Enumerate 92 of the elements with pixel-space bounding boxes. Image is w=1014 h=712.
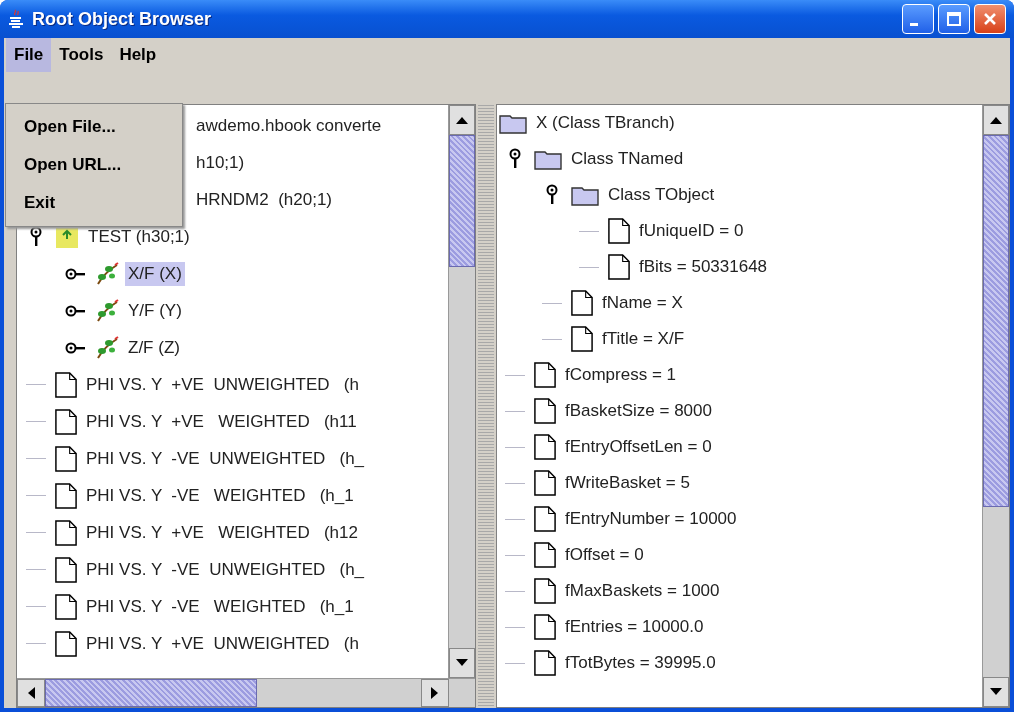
tree-item[interactable]: fUniqueID = 0 <box>636 219 747 243</box>
document-icon <box>55 555 77 584</box>
document-icon <box>534 361 556 389</box>
tree-item[interactable]: X/F (X) <box>125 261 185 286</box>
down-arrow-icon <box>990 688 1002 696</box>
right-arrow-icon <box>431 687 439 699</box>
document-icon <box>534 505 556 533</box>
scroll-right-button[interactable] <box>421 679 449 707</box>
menu-item[interactable]: Open URL... <box>6 146 182 184</box>
scrollbar-thumb[interactable] <box>449 135 475 267</box>
left-arrow-icon <box>27 687 35 699</box>
menu-item[interactable]: Tools <box>51 38 112 72</box>
tree-item[interactable]: Class TNamed <box>568 147 687 171</box>
document-icon <box>55 481 77 510</box>
collapse-handle-icon[interactable] <box>508 148 522 170</box>
close-button[interactable] <box>974 4 1006 34</box>
minimize-icon <box>910 22 918 26</box>
tree-item[interactable]: fEntryNumber = 10000 <box>562 507 740 531</box>
tree-item[interactable]: Z/F (Z) <box>125 335 183 360</box>
document-icon <box>55 370 77 399</box>
document-icon <box>534 577 556 605</box>
tree-item[interactable]: PHI VS. Y -VE UNWEIGHTED (h_ <box>83 557 368 582</box>
document-icon <box>55 592 77 621</box>
up-arrow-icon <box>990 116 1002 124</box>
tree-item[interactable]: HRNDM2 (h20;1) <box>193 187 336 212</box>
folder-icon <box>571 184 599 206</box>
tree-item[interactable]: fOffset = 0 <box>562 543 647 567</box>
scroll-up-button[interactable] <box>983 105 1009 135</box>
leaf-branch-icon <box>95 261 119 286</box>
tree-item[interactable]: fBasketSize = 8000 <box>562 399 715 423</box>
document-icon <box>534 613 556 641</box>
document-icon <box>534 469 556 497</box>
tree-item[interactable]: X (Class TBranch) <box>533 111 678 135</box>
document-icon <box>55 407 77 436</box>
expand-handle-icon[interactable] <box>65 340 87 355</box>
expand-handle-icon[interactable] <box>65 266 87 281</box>
document-icon <box>571 289 593 317</box>
tree-item[interactable]: fName = X <box>599 291 686 315</box>
maximize-icon <box>946 11 962 27</box>
tree-item[interactable]: PHI VS. Y +VE WEIGHTED (h11 <box>83 409 360 434</box>
tree-item[interactable]: awdemo.hbook converte <box>193 113 385 138</box>
tree-item[interactable]: PHI VS. Y -VE WEIGHTED (h_1 <box>83 483 357 508</box>
tree-item[interactable]: fEntryOffsetLen = 0 <box>562 435 715 459</box>
tree-item[interactable]: fBits = 50331648 <box>636 255 771 279</box>
tree-item[interactable]: Y/F (Y) <box>125 298 185 323</box>
tree-item[interactable]: fEntries = 10000.0 <box>562 615 707 639</box>
scrollbar-thumb[interactable] <box>983 135 1009 507</box>
menu-item[interactable]: Open File... <box>6 108 182 146</box>
document-icon <box>55 444 77 473</box>
document-icon <box>571 325 593 353</box>
scroll-down-button[interactable] <box>449 648 475 678</box>
menu-item[interactable]: File <box>6 38 52 72</box>
tree-item[interactable]: h10;1) <box>193 150 248 175</box>
scroll-up-button[interactable] <box>449 105 475 135</box>
document-icon <box>55 518 77 547</box>
scroll-down-button[interactable] <box>983 677 1009 707</box>
menu-item[interactable]: Help <box>111 38 165 72</box>
document-icon <box>534 541 556 569</box>
tree-item[interactable]: PHI VS. Y -VE UNWEIGHTED (h_ <box>83 446 368 471</box>
window-title: Root Object Browser <box>32 8 213 30</box>
tree-item[interactable]: PHI VS. Y +VE UNWEIGHTED (h <box>83 631 362 656</box>
collapse-handle-icon[interactable] <box>545 184 559 206</box>
folder-icon <box>534 148 562 170</box>
up-arrow-icon <box>456 116 468 124</box>
tree-item[interactable]: PHI VS. Y -VE WEIGHTED (h_1 <box>83 594 357 619</box>
menu-item[interactable]: Exit <box>6 184 182 222</box>
tree-item[interactable]: fWriteBasket = 5 <box>562 471 693 495</box>
maximize-button[interactable] <box>938 4 970 34</box>
document-icon <box>608 217 630 245</box>
document-icon <box>534 649 556 677</box>
document-icon <box>55 629 77 658</box>
document-icon <box>534 397 556 425</box>
down-arrow-icon <box>456 659 468 667</box>
coffee-cup-icon <box>8 9 24 29</box>
tree-item[interactable]: fTotBytes = 39995.0 <box>562 651 719 675</box>
minimize-button[interactable] <box>902 4 934 34</box>
tree-item[interactable]: fMaxBaskets = 1000 <box>562 579 723 603</box>
leaf-branch-icon <box>95 298 119 323</box>
tree-item[interactable]: TEST (h30;1) <box>85 224 193 249</box>
expand-handle-icon[interactable] <box>65 303 87 318</box>
scrollbar-thumb[interactable] <box>45 679 257 707</box>
document-icon <box>534 433 556 461</box>
document-icon <box>608 253 630 281</box>
scroll-left-button[interactable] <box>17 679 45 707</box>
leaf-branch-icon <box>95 335 119 360</box>
tree-item[interactable]: PHI VS. Y +VE UNWEIGHTED (h <box>83 372 362 397</box>
tree-item[interactable]: fCompress = 1 <box>562 363 679 387</box>
close-icon <box>982 11 998 27</box>
tree-item[interactable]: fTitle = X/F <box>599 327 688 351</box>
tree-item[interactable]: Class TObject <box>605 183 718 207</box>
tree-item[interactable]: PHI VS. Y +VE WEIGHTED (h12 <box>83 520 361 545</box>
folder-icon <box>499 112 527 134</box>
